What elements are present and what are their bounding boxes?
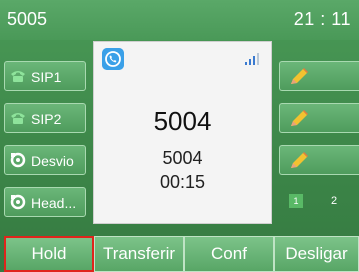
phone-icon [11,113,25,124]
page-indicator: 1 2 [279,190,359,214]
line-key-label: SIP1 [31,69,62,85]
line-key-desvio[interactable]: Desvio [4,145,86,175]
pencil-icon [291,110,308,126]
forward-icon [10,152,26,168]
pencil-icon [291,152,308,168]
right-key-1[interactable] [279,61,359,91]
conference-button[interactable]: Conf [184,236,274,272]
page-2-indicator[interactable]: 2 [327,194,341,208]
call-icon [102,48,124,70]
transfer-button[interactable]: Transferir [94,236,184,272]
line-key-label: Head... [31,195,77,211]
pencil-icon [291,68,308,84]
line-key-headset[interactable]: Head... [4,187,86,217]
signal-strength-icon [245,53,259,65]
line-key-sip2[interactable]: SIP2 [4,103,86,133]
right-key-3[interactable] [279,145,359,175]
right-key-2[interactable] [279,103,359,133]
headset-icon [10,194,26,210]
status-bar: 5005 21 : 11 [0,0,359,40]
end-call-button[interactable]: Desligar [274,236,359,272]
call-card: 5004 5004 00:15 [93,41,272,224]
line-key-label: SIP2 [31,111,62,127]
call-duration: 00:15 [159,172,206,192]
caller-name: 5004 [153,106,212,136]
caller-number: 5004 [162,148,203,168]
account-title: 5005 [7,9,48,29]
phone-screen: 5005 21 : 11 SIP1 SIP2 Desvio Head... 1 … [0,0,359,272]
page-1-indicator[interactable]: 1 [289,194,303,208]
line-key-sip1[interactable]: SIP1 [4,61,86,91]
softkey-bar: Hold Transferir Conf Desligar [0,236,359,272]
line-key-label: Desvio [31,153,74,169]
phone-icon [11,71,25,82]
clock: 21 : 11 [293,9,351,29]
hold-button[interactable]: Hold [4,236,94,272]
